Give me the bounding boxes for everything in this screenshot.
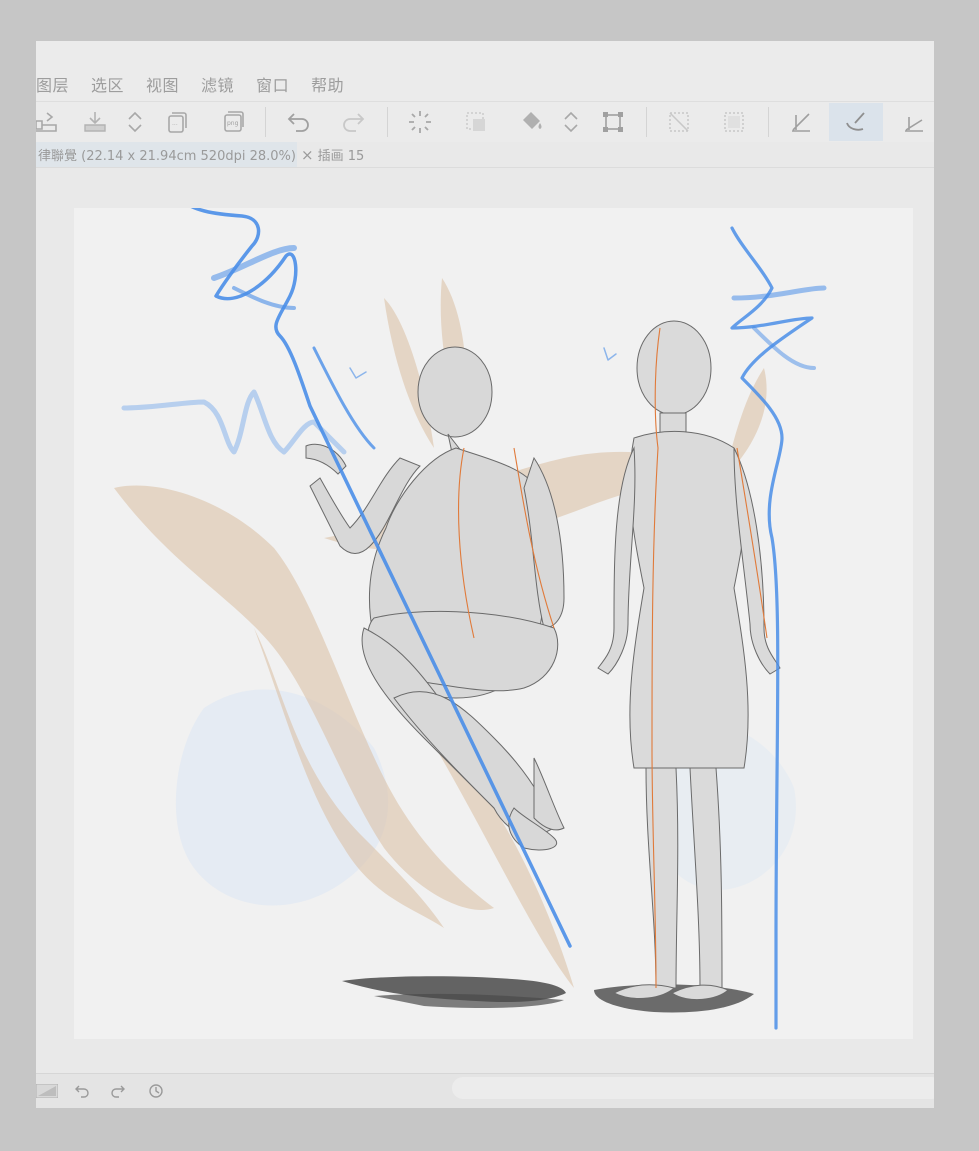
select-all-icon [409,111,431,133]
canvas-area[interactable] [36,168,934,1073]
toolbar-divider [265,107,266,137]
toolbar-divider [387,107,388,137]
clear-selection-button[interactable] [659,103,699,141]
toolbar-divider [646,107,647,137]
redo-small-icon [111,1085,125,1098]
menu-view[interactable]: 视图 [146,72,179,96]
tab-label: 律聯覺 (22.14 x 21.94cm 520dpi 28.0%) [38,149,296,164]
select-all-button[interactable] [400,103,440,141]
status-bar [36,1073,934,1108]
brush-tool-button[interactable] [829,103,883,141]
history-icon [149,1084,163,1098]
status-input-field[interactable] [452,1077,934,1099]
line-tool-icon [905,117,923,132]
chevron-updown-icon [564,111,578,133]
transform-button[interactable] [593,103,633,141]
artboard[interactable] [74,208,913,1039]
deselect-icon [466,112,485,131]
redo-button[interactable] [333,103,373,141]
copy-button[interactable]: ··· [156,103,196,141]
export-icon [84,112,106,132]
document-tabs: 律聯覺 (22.14 x 21.94cm 520dpi 28.0%) × 插画 … [36,142,934,168]
menu-help[interactable]: 帮助 [311,72,344,96]
stroke-tool-button[interactable] [781,103,821,141]
copy-icon: ··· [168,112,187,133]
history-button[interactable] [147,1082,165,1100]
svg-text:···: ··· [172,122,178,129]
stepper-button[interactable] [115,103,155,141]
transform-icon [603,112,623,132]
crop-icon [724,112,744,132]
png-export-icon: png [224,111,244,132]
menu-select[interactable]: 选区 [91,72,124,96]
menu-window[interactable]: 窗口 [256,72,289,96]
undo-small-button[interactable] [73,1082,91,1100]
import-button[interactable] [36,103,66,141]
toolbar: ··· png [36,101,934,143]
png-export-button[interactable]: png [213,103,253,141]
undo-icon [287,113,309,132]
undo-small-icon [75,1085,89,1098]
fill-button[interactable] [512,103,552,141]
tab-illustration-15[interactable]: × 插画 15 [295,142,427,167]
export-button[interactable] [75,103,115,141]
chevron-updown-icon [128,111,142,133]
toolbar-divider [768,107,769,137]
line-tool-button[interactable] [894,103,934,141]
brush-tool-icon [846,112,865,131]
redo-icon [343,113,365,132]
crop-button[interactable] [714,103,754,141]
undo-button[interactable] [279,103,319,141]
tab-current-document[interactable]: 律聯覺 (22.14 x 21.94cm 520dpi 28.0%) [36,142,297,167]
artwork [114,208,827,1030]
fill-bucket-icon [523,112,542,129]
menu-bar: 图层 选区 视图 滤镜 窗口 帮助 [36,67,934,101]
menu-filter[interactable]: 滤镜 [201,72,234,96]
import-icon [36,112,57,132]
svg-text:png: png [227,120,239,127]
stroke-tool-icon [792,113,810,132]
app-window: 图层 选区 视图 滤镜 窗口 帮助 ··· png 律聯覺 (22.14 x 2… [36,41,934,1108]
fill-stepper-button[interactable] [551,103,591,141]
deselect-button[interactable] [456,103,496,141]
close-icon[interactable]: × [301,146,314,164]
clear-selection-icon [669,112,689,132]
layer-thumb-button[interactable] [36,1082,58,1100]
redo-small-button[interactable] [109,1082,127,1100]
tab-label: 插画 15 [317,149,365,164]
layer-thumb-icon [36,1084,58,1098]
menu-layer[interactable]: 图层 [36,72,69,96]
